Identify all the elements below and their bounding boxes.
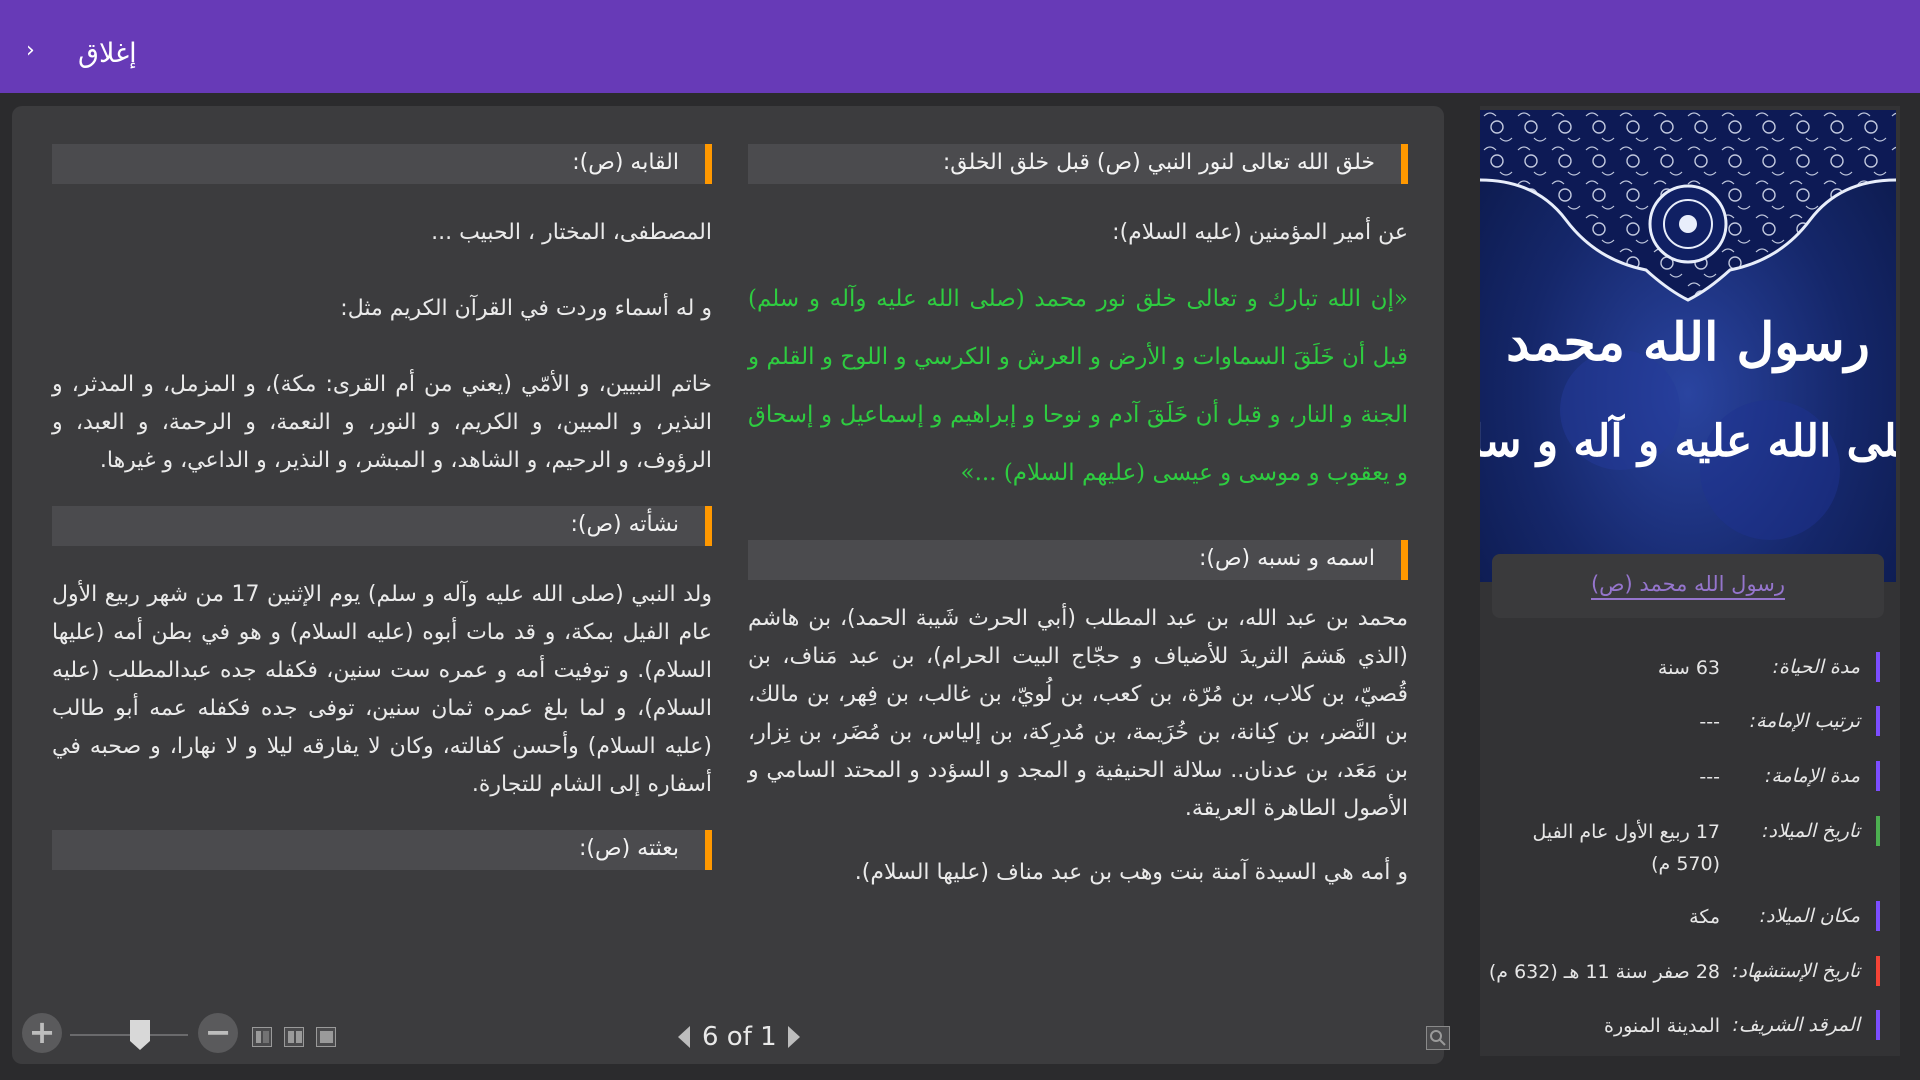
section-title: نشأته (ص): (570, 512, 679, 537)
full-page-view-icon[interactable] (316, 1027, 336, 1047)
info-row-shrine: المرقد الشريف: المدينة المنورة (1484, 1010, 1880, 1042)
row-label: مكان الميلاد: (1759, 905, 1860, 927)
section-title: خلق الله تعالى لنور النبي (ص) قبل خلق ال… (942, 150, 1375, 175)
row-label: مدة الحياة: (1772, 656, 1860, 678)
page-navigator: 6 of 1 (678, 1022, 800, 1054)
next-page-icon[interactable] (788, 1026, 800, 1048)
section-accent-bar (705, 506, 712, 546)
zoom-in-button[interactable]: + (22, 1013, 62, 1053)
row-marker (1876, 761, 1880, 791)
section-accent-bar (1401, 144, 1408, 184)
info-row-imamate-duration: مدة الإمامة: --- (1484, 761, 1880, 793)
row-value: مكة (1689, 906, 1720, 928)
section-accent-bar (705, 144, 712, 184)
cover-title-line2: صلى الله عليه و آله و سلم (1480, 412, 1896, 468)
cover-image: رسول الله محمد صلى الله عليه و آله و سلم (1480, 110, 1896, 582)
info-row-birth-place: مكان الميلاد: مكة (1484, 901, 1880, 933)
section-header: خلق الله تعالى لنور النبي (ص) قبل خلق ال… (748, 144, 1408, 184)
row-label: المرقد الشريف: (1732, 1014, 1861, 1036)
paragraph: عن أمير المؤمنين (عليه السلام): (1112, 220, 1408, 245)
info-row-lifespan: مدة الحياة: 63 سنة (1484, 652, 1880, 684)
info-row-birth-date: تاريخ الميلاد: 17 ربيع الأول عام الفيل (… (1484, 816, 1880, 880)
section-header: اسمه و نسبه (ص): (748, 540, 1408, 580)
section-header: نشأته (ص): (52, 506, 712, 546)
row-value: 63 سنة (1657, 657, 1720, 679)
chevron-back-icon[interactable]: › (26, 40, 48, 62)
row-label: تاريخ الميلاد: (1762, 820, 1860, 842)
row-value: 17 ربيع الأول عام الفيل (570 م) (1532, 821, 1720, 875)
section-header: القابه (ص): (52, 144, 712, 184)
single-page-view-icon[interactable] (252, 1027, 272, 1047)
paragraph: و له أسماء وردت في القرآن الكريم مثل: (340, 296, 712, 321)
zoom-out-button[interactable]: − (198, 1013, 238, 1053)
reader-column-right: خلق الله تعالى لنور النبي (ص) قبل خلق ال… (748, 144, 1408, 922)
row-value: --- (1699, 711, 1720, 733)
row-value: 28 صفر سنة 11 هـ (632 م) (1488, 961, 1720, 983)
row-value: المدينة المنورة (1603, 1015, 1720, 1037)
row-marker (1876, 1010, 1880, 1040)
two-page-view-icon[interactable] (284, 1027, 304, 1047)
section-title: بعثته (ص): (579, 836, 679, 861)
name-link[interactable]: رسول الله محمد (ص) (1590, 572, 1786, 600)
paragraph: خاتم النبيين، و الأمّي (يعني من أم القرى… (52, 372, 712, 473)
reader-column-left: القابه (ص): المصطفى، المختار ، الحبيب ..… (52, 144, 712, 900)
section-title: اسمه و نسبه (ص): (1198, 546, 1375, 571)
search-icon[interactable] (1426, 1026, 1450, 1050)
row-label: ترتيب الإمامة: (1749, 710, 1860, 732)
row-marker (1876, 816, 1880, 846)
row-value: --- (1699, 766, 1720, 788)
row-label: تاريخ الإستشهاد: (1732, 960, 1860, 982)
paragraph: محمد بن عبد الله، بن عبد المطلب (أبي الح… (748, 606, 1408, 821)
row-marker (1876, 652, 1880, 682)
row-marker (1876, 706, 1880, 736)
zoom-slider-track[interactable] (70, 1034, 188, 1036)
info-row-martyrdom-date: تاريخ الإستشهاد: 28 صفر سنة 11 هـ (632 م… (1484, 956, 1880, 988)
section-header: بعثته (ص): (52, 830, 712, 870)
previous-page-icon[interactable] (678, 1026, 690, 1048)
cover-title-line1: رسول الله محمد (1506, 312, 1870, 374)
quote-paragraph: «إن الله تبارك و تعالى خلق نور محمد (صلى… (748, 286, 1408, 486)
row-label: مدة الإمامة: (1765, 765, 1860, 787)
info-row-imamate-order: ترتيب الإمامة: --- (1484, 706, 1880, 738)
reader-panel: خلق الله تعالى لنور النبي (ص) قبل خلق ال… (12, 106, 1450, 1064)
paragraph: و أمه هي السيدة آمنة بنت وهب بن عبد مناف… (854, 860, 1408, 885)
section-title: القابه (ص): (572, 150, 679, 175)
app-header: › إغلاق (0, 0, 1920, 93)
section-accent-bar (1401, 540, 1408, 580)
zoom-slider-thumb[interactable] (130, 1020, 150, 1050)
paragraph: ولد النبي (صلى الله عليه وآله و سلم) يوم… (52, 582, 712, 797)
row-marker (1876, 956, 1880, 986)
row-marker (1876, 901, 1880, 931)
section-accent-bar (705, 830, 712, 870)
close-button[interactable]: إغلاق (78, 38, 137, 69)
page-indicator: 6 of 1 (702, 1022, 777, 1052)
name-card: رسول الله محمد (ص) (1492, 554, 1884, 618)
paragraph: المصطفى، المختار ، الحبيب ... (431, 220, 712, 245)
info-panel: رسول الله محمد صلى الله عليه و آله و سلم… (1480, 106, 1900, 1056)
